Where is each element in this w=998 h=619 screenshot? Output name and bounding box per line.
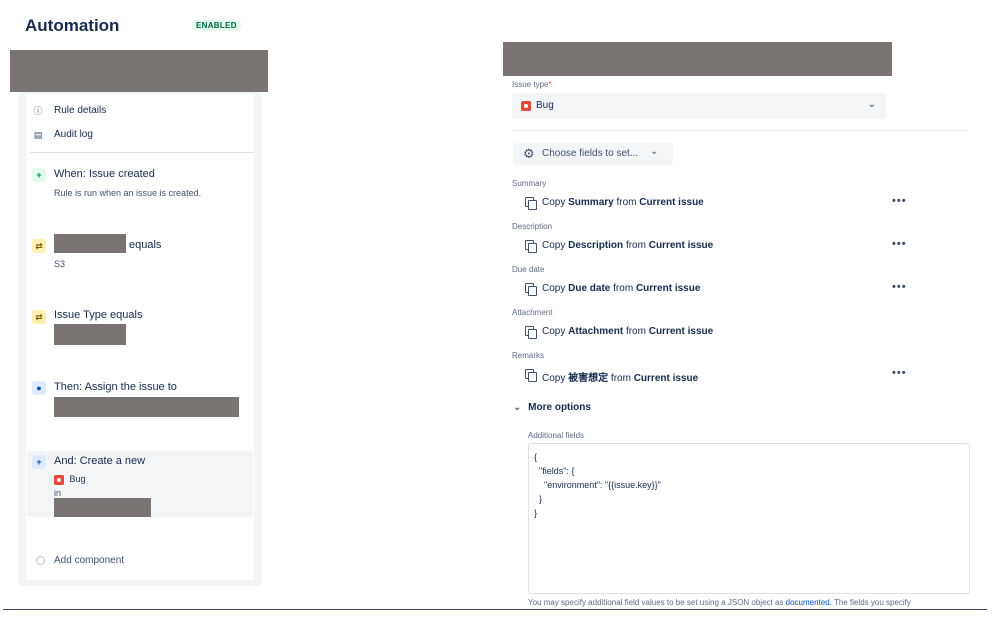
- more-icon[interactable]: •••: [892, 281, 907, 293]
- condition-title[interactable]: Issue Type equals: [54, 309, 142, 321]
- trigger-title[interactable]: When: Issue created: [54, 168, 155, 180]
- additional-fields-label: Additional fields: [528, 431, 585, 440]
- choose-fields-button[interactable]: ⚙ Choose fields to set... ⌄: [513, 143, 673, 165]
- field-value[interactable]: Copy Summary from Current issue: [542, 197, 704, 208]
- shuffle-icon: ⇄: [32, 310, 46, 324]
- sidebar-item-audit-log[interactable]: Audit log: [54, 129, 93, 140]
- condition-value: S3: [54, 259, 66, 269]
- redacted-field: [54, 234, 126, 253]
- action-in-label: in: [54, 488, 62, 498]
- plus-icon: +: [32, 168, 46, 182]
- condition-title[interactable]: equals: [129, 239, 161, 251]
- sidebar-item-rule-details[interactable]: Rule details: [54, 105, 106, 116]
- user-circle-icon: ●: [32, 381, 46, 395]
- gear-icon: ⚙: [523, 146, 535, 161]
- more-icon[interactable]: •••: [892, 238, 907, 250]
- redacted-field: [54, 324, 126, 345]
- document-icon: ▤: [33, 130, 43, 140]
- field-value[interactable]: Copy Attachment from Current issue: [542, 326, 713, 337]
- field-value[interactable]: Copy Description from Current issue: [542, 240, 713, 251]
- field-label: Description: [512, 222, 553, 231]
- chevron-down-icon: ⌄: [650, 146, 659, 157]
- status-badge: ENABLED: [192, 20, 241, 31]
- additional-fields-editor[interactable]: { "fields": { "environment": "{{issue.ke…: [528, 443, 970, 594]
- documented-link[interactable]: documented: [786, 598, 830, 607]
- action-issue-type: Bug: [54, 474, 86, 485]
- more-options-toggle[interactable]: ⌄ More options: [513, 402, 591, 413]
- add-component-button[interactable]: Add component: [54, 555, 124, 566]
- copy-icon: [525, 240, 537, 253]
- issue-type-label: Issue type*: [512, 80, 552, 89]
- redacted-block: [503, 42, 892, 76]
- action-title[interactable]: And: Create a new: [54, 455, 145, 467]
- bug-icon: [521, 101, 531, 111]
- more-icon[interactable]: •••: [892, 195, 907, 207]
- trigger-subtitle: Rule is run when an issue is created.: [54, 188, 202, 198]
- chevron-down-icon: ⌄: [867, 99, 876, 110]
- shuffle-icon: ⇄: [32, 239, 46, 253]
- plus-icon: +: [32, 455, 46, 469]
- copy-icon: [525, 326, 537, 339]
- field-value[interactable]: Copy Due date from Current issue: [542, 283, 700, 294]
- more-icon[interactable]: •••: [892, 367, 907, 379]
- redacted-field: [54, 498, 151, 517]
- field-label: Remarks: [512, 351, 545, 360]
- copy-icon: [525, 369, 537, 382]
- copy-icon: [525, 197, 537, 210]
- field-value[interactable]: Copy 被害想定 from Current issue: [542, 369, 698, 384]
- help-text: You may specify additional field values …: [528, 598, 911, 607]
- add-component-icon: [36, 556, 45, 565]
- chevron-down-icon: ⌄: [513, 402, 522, 413]
- action-title[interactable]: Then: Assign the issue to: [54, 381, 177, 393]
- bug-icon: [54, 474, 64, 485]
- issue-type-select[interactable]: Bug ⌄: [512, 93, 886, 119]
- redacted-field: [54, 397, 239, 417]
- field-label: Due date: [512, 265, 545, 274]
- page-title: Automation: [25, 16, 120, 35]
- field-label: Attachment: [512, 308, 553, 317]
- copy-icon: [525, 283, 537, 296]
- field-label: Summary: [512, 179, 547, 188]
- info-icon: ⓘ: [33, 106, 43, 116]
- redacted-block: [10, 50, 268, 92]
